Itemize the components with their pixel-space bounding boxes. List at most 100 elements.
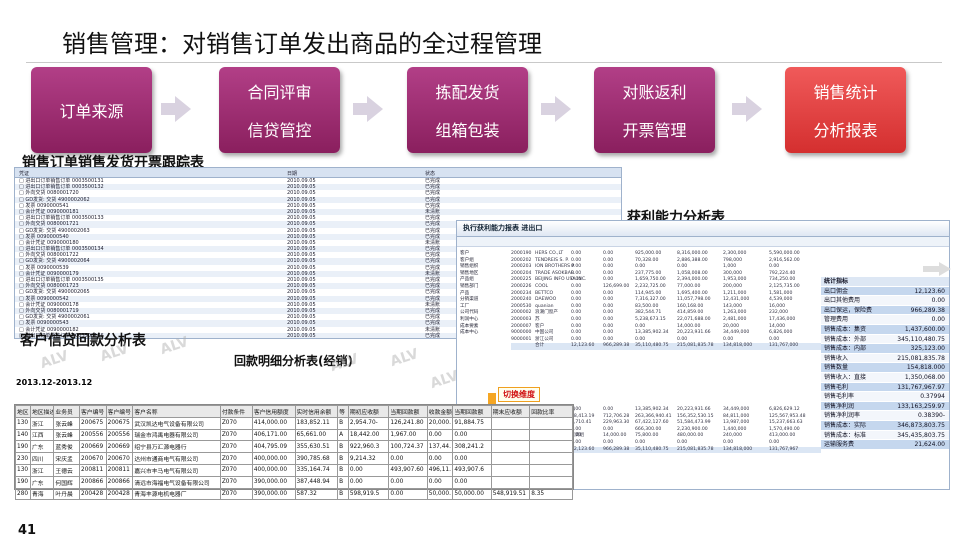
profit-row[interactable]: 2000240 DAEWOO 0.00 0.00 7,316,327.00 11,057,… — [511, 297, 821, 304]
summary-row: 销售成本：实际 346,873,803.75 — [821, 420, 949, 431]
table-cell: 390,000.00 — [251, 475, 296, 489]
profit-cell: 0.00 — [677, 439, 688, 445]
profit-nav-item[interactable]: 销售组织 — [460, 264, 508, 271]
table-cell — [529, 463, 573, 477]
table-cell: 390,785.68 — [294, 452, 339, 465]
table-cell: 0.00 — [426, 428, 454, 442]
table-row[interactable]: 130 浙江 张云峰 200675 200675 武汉凯达电气设备有限公司 Z070 414,… — [15, 416, 573, 430]
profit-row[interactable]: 合计 12,123.60 966,289.38 35,110,480.75 215,08… — [511, 343, 821, 350]
profit-row[interactable]: 2000190 HERS CO.,LT 0.00 0.00 925,000.00 8,31… — [511, 251, 821, 258]
profit-row[interactable]: 9000000 中国公司 0.00 0.00 13,385,902.34 20,223,9… — [511, 330, 821, 337]
profit-cell: 12,431,000 — [723, 297, 750, 303]
flow-step-order-source: 订单来源 — [31, 67, 152, 153]
table-cell: 548,919.51 — [490, 487, 531, 501]
profit-cell: 232,000 — [769, 310, 788, 316]
table-cell: 183,852.11 — [294, 416, 339, 430]
profit-nav-item[interactable]: 利润中心 — [460, 317, 508, 324]
profit-cell: 480,000.00 — [677, 433, 704, 439]
table-row[interactable]: 140 江西 张云峰 200556 200556 瑞金市鸿禹电器有限公司 Z070 406,1… — [15, 428, 573, 442]
table-row[interactable]: 190 广东 何国辉 200866 200866 清远市海福电气设备有限公司 Z070 390… — [15, 475, 573, 489]
right-arrow-icon — [353, 96, 383, 122]
table-cell: 1,967.00 — [388, 428, 428, 442]
profit-cell: 134,818,000 — [723, 343, 753, 349]
profit-row[interactable]: 2000226 COOL 0.00 126,699.00 2,232,725.00 77,… — [511, 284, 821, 291]
profit-nav-item[interactable]: 销售部门 — [460, 284, 508, 291]
column-header: 回款比率 — [529, 405, 573, 418]
profit-cell: 67,422,127.60 — [635, 420, 669, 426]
summary-key: 运输服务费 — [824, 441, 855, 449]
flow-step-statistics: 销售统计 分析报表 — [785, 67, 906, 153]
profit-cell: 0.00 — [571, 297, 582, 303]
table-cell: 50,000. — [426, 487, 454, 501]
table-cell: 308,241.2 — [452, 440, 492, 454]
table-cell: B — [337, 475, 349, 489]
table-row[interactable]: 130 浙江 王德云 200811 200811 嘉兴市丰马电气有限公司 Z070 400,0… — [15, 463, 573, 477]
table-cell — [529, 416, 573, 430]
profit-row[interactable]: 2000003 苏 0.00 0.00 5,238,673.15 22,071,688.0… — [511, 317, 821, 324]
title-divider — [26, 62, 942, 63]
profit-nav-item[interactable]: 公司代码 — [460, 310, 508, 317]
table-cell: 200675 — [105, 416, 134, 430]
profit-cell: 0.00 — [603, 407, 614, 412]
profit-cell: 0.00 — [603, 316, 614, 322]
summary-value: 0.00 — [931, 297, 945, 305]
profit-nav-item[interactable]: 成本中心 — [460, 330, 508, 337]
summary-key: 销售净利润 — [824, 402, 855, 410]
table-cell: 0.00 — [452, 452, 492, 465]
table-cell: 200556 — [79, 428, 107, 442]
table-row[interactable]: 190 广东 蓝秀俊 200669 200669 绍宁县万汇源电器行 Z070 404,795… — [15, 440, 573, 454]
profit-cell: 34,449,000 — [723, 330, 750, 336]
table-row[interactable]: 280 青海 叶丹晨 200428 200428 青海丰源电机电器厂 Z070 390,000… — [15, 487, 573, 501]
summary-key: 销售成本：内部 — [824, 345, 867, 353]
table-cell: 200428 — [79, 487, 107, 501]
profit-cell: 17,436,000 — [769, 316, 796, 322]
table-cell: Z070 — [219, 487, 253, 501]
table-cell: 200675 — [79, 416, 107, 430]
profit-cell: 9000001 — [511, 336, 532, 342]
profit-nav-item[interactable]: 分销渠道 — [460, 297, 508, 304]
table-cell — [529, 428, 573, 442]
watermark: ALV — [38, 347, 71, 373]
profit-cell: 215,081,835.78 — [677, 343, 714, 349]
profit-cell: 0.00 — [571, 310, 582, 316]
table-cell: 414,000.00 — [251, 416, 296, 430]
right-arrow-icon — [161, 96, 191, 122]
table-cell: 青海 — [29, 487, 55, 501]
summary-row: 销售成本：集资 1,437,600.00 — [821, 324, 949, 335]
summary-key: 销售毛利 — [824, 383, 849, 391]
profit-cell: 12,123.60 — [571, 343, 595, 349]
table-row[interactable]: 230 四川 宋庆孟 200670 200670 达州市通商电气有限公司 Z070 400,0… — [15, 452, 573, 465]
column-header: 凭证 — [19, 171, 30, 177]
profit-toolbar[interactable] — [457, 237, 949, 247]
table-cell: 广东 — [29, 440, 55, 454]
table-cell: 355,630.51 — [294, 440, 339, 454]
column-header: 日期 — [287, 171, 298, 177]
table-cell: 200670 — [79, 452, 107, 465]
table-cell: 清远市海福电气设备有限公司 — [132, 475, 221, 489]
profit-cell: 0.00 — [571, 283, 582, 289]
table-cell: 绍宁县万汇源电器行 — [132, 440, 221, 454]
profit-cell: 35,110,480.75 — [635, 446, 669, 452]
profit-cell: 6,826,000 — [769, 330, 793, 336]
summary-value: 12,123.60 — [914, 287, 945, 295]
profit-cell: 0.00 — [635, 264, 646, 270]
profit-cell: 215,081,835.78 — [677, 446, 714, 452]
profit-row[interactable]: 2000225 BEIJING INFO USA INC. 0.00 0.00 1,65… — [511, 277, 821, 284]
profit-nav-item[interactable]: 客户 — [460, 251, 508, 258]
table-cell: 0.00 — [347, 463, 390, 477]
profit-cell: 414,859.00 — [677, 310, 704, 316]
profit-cell: 15,237,663.63 — [769, 420, 803, 426]
summary-value: 0.37994 — [920, 393, 945, 401]
column-header: 收款金额 — [426, 405, 454, 418]
profit-row[interactable]: 2000002 浪潮门窗产 0.00 0.00 382,544.71 414,859.00… — [511, 310, 821, 317]
profit-cell: 0.00 — [603, 297, 614, 303]
profit-cell: 734,250.00 — [769, 277, 796, 283]
column-header: 客户编号 — [105, 405, 134, 418]
watermark: ALV — [388, 345, 421, 371]
summary-key: 管理费用 — [824, 316, 849, 324]
profit-row[interactable]: 2000203 ION BROTHERS P 0.00 0.00 0.00 0.00 1,0… — [511, 264, 821, 271]
profit-nav-item[interactable]: 产品组 — [460, 277, 508, 284]
profit-cell: 134,818,000 — [723, 446, 753, 452]
profit-cell: 0.00 — [571, 264, 582, 270]
profit-cell: 2000003 — [511, 316, 532, 322]
